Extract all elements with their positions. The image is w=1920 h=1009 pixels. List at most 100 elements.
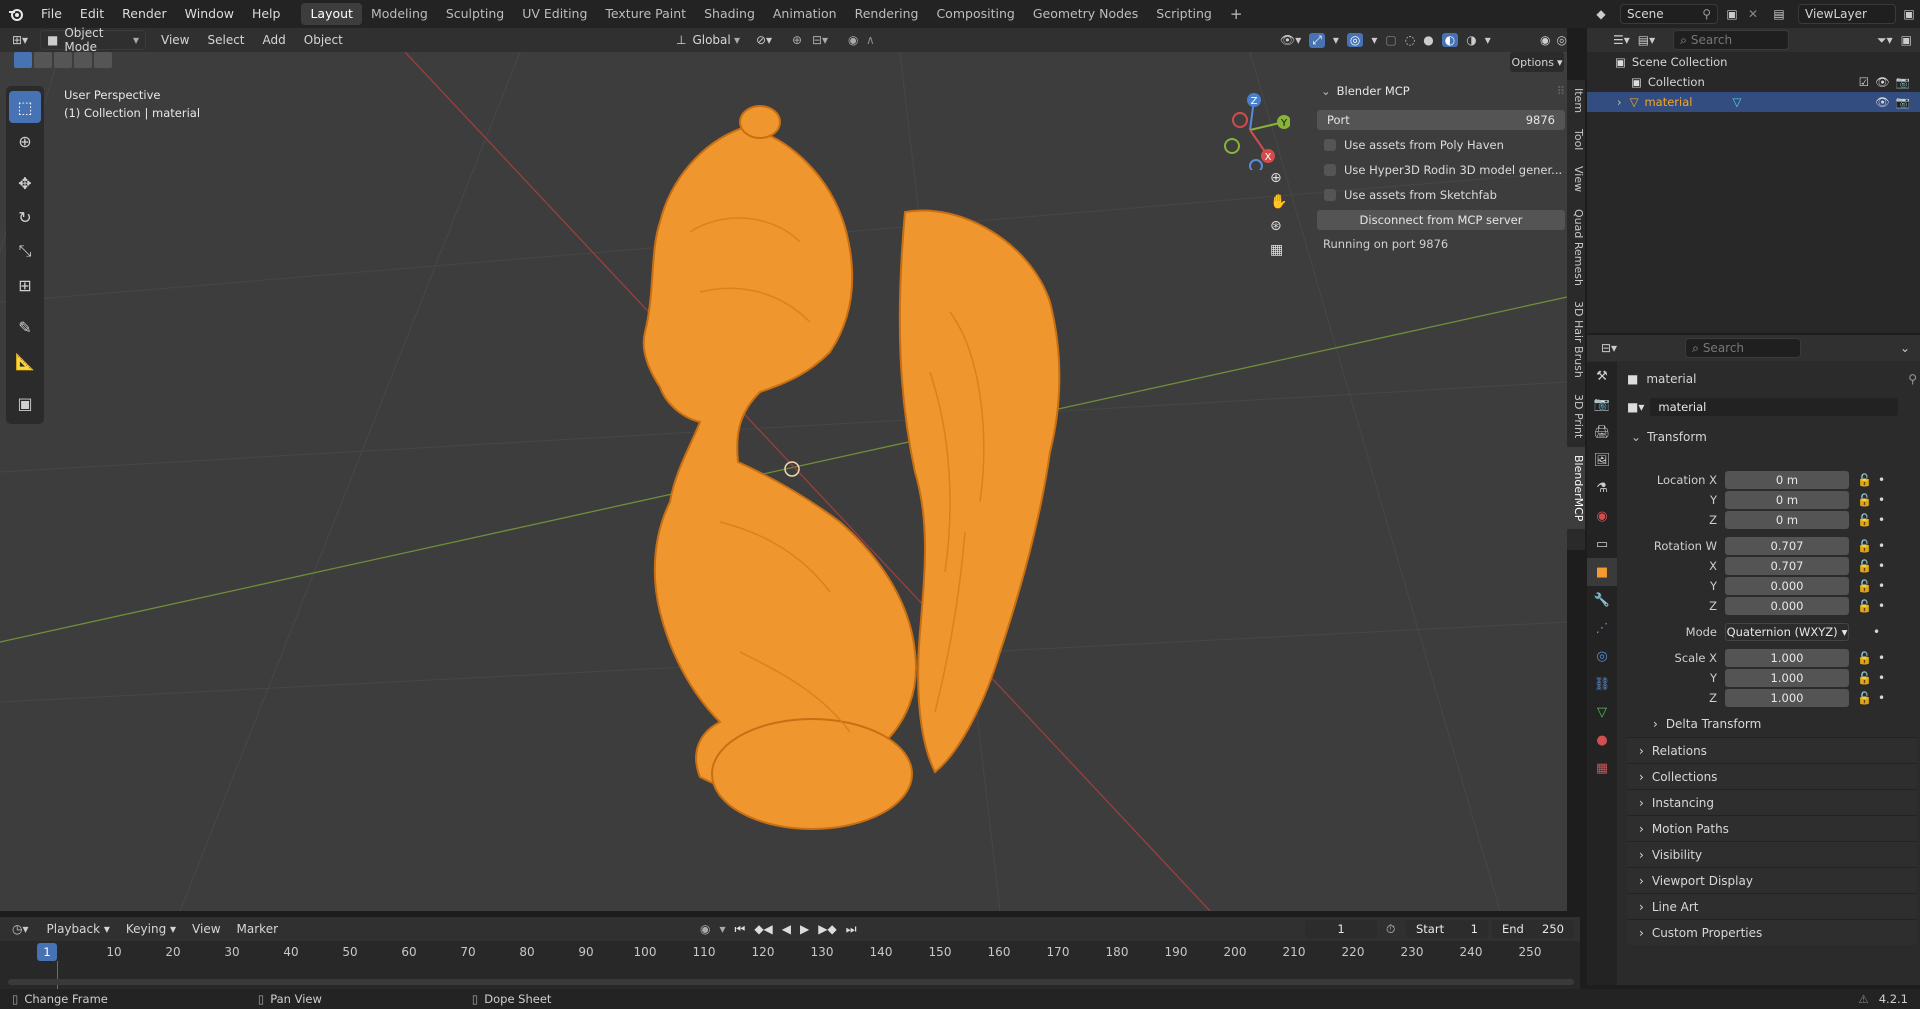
keying-set-dropdown-icon[interactable]: ▾: [719, 922, 725, 936]
tab-sculpting[interactable]: Sculpting: [437, 3, 513, 25]
keyframe-dot-icon[interactable]: •: [1878, 579, 1885, 593]
tab-3d-hair-brush[interactable]: 3D Hair Brush: [1567, 293, 1585, 386]
next-keyframe-icon[interactable]: ▶◆: [818, 922, 836, 936]
end-frame-field[interactable]: End 250: [1492, 920, 1574, 938]
modifier-properties-icon[interactable]: 🔧: [1587, 586, 1617, 614]
keyframe-dot-icon[interactable]: •: [1878, 651, 1885, 665]
rotation-x-field[interactable]: 0.707: [1725, 557, 1849, 575]
location-z-field[interactable]: 0 m: [1725, 511, 1849, 529]
section-delta-transform[interactable]: › Delta Transform: [1627, 711, 1917, 737]
select-intersect-icon[interactable]: [94, 52, 112, 68]
chevron-down-icon[interactable]: ⌄: [1900, 341, 1910, 355]
outliner-row-collection[interactable]: ▣ Collection ☑ 👁 📷: [1587, 72, 1920, 92]
annotate-tool[interactable]: ✎: [9, 311, 41, 343]
timeline-scrollbar[interactable]: [8, 979, 1574, 985]
outliner-search-input[interactable]: ⌕ Search: [1673, 30, 1790, 50]
rotation-z-field[interactable]: 0.000: [1725, 597, 1849, 615]
transform-orientation-selector[interactable]: ⊥ Global ▾: [670, 30, 746, 50]
tab-uv-editing[interactable]: UV Editing: [513, 3, 596, 25]
select-extend-icon[interactable]: [34, 52, 52, 68]
properties-search-input[interactable]: ⌕ Search: [1685, 338, 1802, 358]
snap-icon[interactable]: ⊕: [792, 33, 802, 47]
chevron-right-icon[interactable]: ›: [1617, 95, 1622, 109]
falloff-icon[interactable]: ∧: [866, 33, 875, 47]
scene-properties-icon[interactable]: ⚗: [1587, 474, 1617, 502]
outliner-row-material[interactable]: › ▽ material ▽ 👁 📷: [1587, 92, 1920, 112]
tab-geometry-nodes[interactable]: Geometry Nodes: [1024, 3, 1147, 25]
constraints-properties-icon[interactable]: ⛓: [1587, 670, 1617, 698]
gizmo-icon[interactable]: ⤢: [1309, 32, 1325, 48]
lock-icon[interactable]: 🔓: [1857, 493, 1872, 507]
solid-shading-icon[interactable]: ●: [1423, 33, 1433, 47]
location-y-field[interactable]: 0 m: [1725, 491, 1849, 509]
eye-icon[interactable]: 👁: [1875, 95, 1890, 109]
section-viewport-display[interactable]: › Viewport Display: [1627, 867, 1917, 893]
camera-view-icon[interactable]: ⊛: [1270, 218, 1287, 234]
select-new-icon[interactable]: [14, 52, 32, 68]
measure-tool[interactable]: 📐: [9, 345, 41, 377]
section-line-art[interactable]: › Line Art: [1627, 893, 1917, 919]
view-layer-icon[interactable]: ▤: [1766, 7, 1792, 21]
lock-icon[interactable]: 🔓: [1857, 473, 1872, 487]
outliner-editor-icon[interactable]: ☰▾: [1613, 33, 1630, 47]
lock-icon[interactable]: 🔓: [1857, 691, 1872, 705]
keyframe-dot-icon[interactable]: •: [1878, 671, 1885, 685]
snap-target-icon[interactable]: ⊟▾: [812, 33, 828, 47]
wireframe-shading-icon[interactable]: ◌: [1405, 33, 1415, 47]
scale-y-field[interactable]: 1.000: [1725, 669, 1849, 687]
menu-window[interactable]: Window: [176, 0, 243, 28]
select-invert-icon[interactable]: [74, 52, 92, 68]
editor-type-icon[interactable]: ⊞▾: [0, 33, 40, 47]
tab-blendermcp[interactable]: BlenderMCP: [1567, 446, 1585, 529]
tab-compositing[interactable]: Compositing: [927, 3, 1023, 25]
texture-properties-icon[interactable]: ▦: [1587, 754, 1617, 782]
scale-x-field[interactable]: 1.000: [1725, 649, 1849, 667]
blender-logo-icon[interactable]: [0, 0, 32, 28]
start-frame-field[interactable]: Start 1: [1406, 920, 1488, 938]
jump-start-icon[interactable]: ⏮: [735, 922, 746, 937]
world-properties-icon[interactable]: ◉: [1587, 502, 1617, 530]
tab-view[interactable]: View: [1567, 158, 1585, 200]
gizmo-dropdown-icon[interactable]: ▾: [1333, 33, 1339, 47]
checkbox-box[interactable]: [1324, 164, 1336, 176]
lock-icon[interactable]: 🔓: [1857, 579, 1872, 593]
timeline-body[interactable]: 10 20 30 40 50 60 70 80 90 100 110 120 130 140 150 160 1…: [0, 941, 1580, 1001]
ortho-grid-icon[interactable]: ▦: [1270, 242, 1287, 258]
particles-properties-icon[interactable]: ⋰: [1587, 614, 1617, 642]
eye-icon[interactable]: 👁: [1875, 75, 1890, 89]
keyframe-dot-icon[interactable]: •: [1878, 599, 1885, 613]
checkbox-box[interactable]: [1324, 139, 1336, 151]
section-motion-paths[interactable]: › Motion Paths: [1627, 815, 1917, 841]
render-properties-icon[interactable]: 📷: [1587, 390, 1617, 418]
pin-icon[interactable]: ⚲: [1702, 7, 1711, 21]
timeline-editor-icon[interactable]: ◷▾: [12, 922, 29, 936]
section-custom-properties[interactable]: › Custom Properties: [1627, 919, 1917, 945]
select-box-tool[interactable]: ⬚: [9, 91, 41, 123]
tab-quad-remesh[interactable]: Quad Remesh: [1567, 201, 1585, 294]
tab-texture-paint[interactable]: Texture Paint: [596, 3, 695, 25]
keyframe-dot-icon[interactable]: •: [1878, 473, 1885, 487]
mode-selector[interactable]: ■ Object Mode ▾: [40, 26, 146, 54]
keyframe-dot-icon[interactable]: •: [1878, 559, 1885, 573]
section-relations[interactable]: › Relations: [1627, 737, 1917, 763]
play-reverse-icon[interactable]: ◀: [782, 922, 791, 936]
play-icon[interactable]: ▶: [800, 922, 809, 936]
panel-header[interactable]: ⌄ Blender MCP ⠿: [1317, 80, 1565, 102]
physics-properties-icon[interactable]: ◎: [1587, 642, 1617, 670]
keyframe-dot-icon[interactable]: •: [1878, 691, 1885, 705]
checkbox-box[interactable]: [1324, 189, 1336, 201]
render-region-icon[interactable]: ◉: [1540, 33, 1550, 47]
keyframe-dot-icon[interactable]: •: [1878, 513, 1885, 527]
lock-icon[interactable]: 🔓: [1857, 539, 1872, 553]
tab-layout[interactable]: Layout: [301, 3, 362, 25]
material-properties-icon[interactable]: ●: [1587, 726, 1617, 754]
prev-keyframe-icon[interactable]: ◆◀: [754, 922, 772, 936]
keyframe-dot-icon[interactable]: •: [1878, 539, 1885, 553]
transform-tool[interactable]: ⊞: [9, 269, 41, 301]
camera-toggle-icon[interactable]: ◎: [1556, 33, 1566, 47]
collection-properties-icon[interactable]: ▭: [1587, 530, 1617, 558]
proportional-edit-icon[interactable]: ◉: [848, 33, 858, 47]
keyframe-dot-icon[interactable]: •: [1873, 625, 1880, 639]
menu-render[interactable]: Render: [113, 0, 176, 28]
object-properties-icon[interactable]: ■: [1587, 558, 1617, 586]
